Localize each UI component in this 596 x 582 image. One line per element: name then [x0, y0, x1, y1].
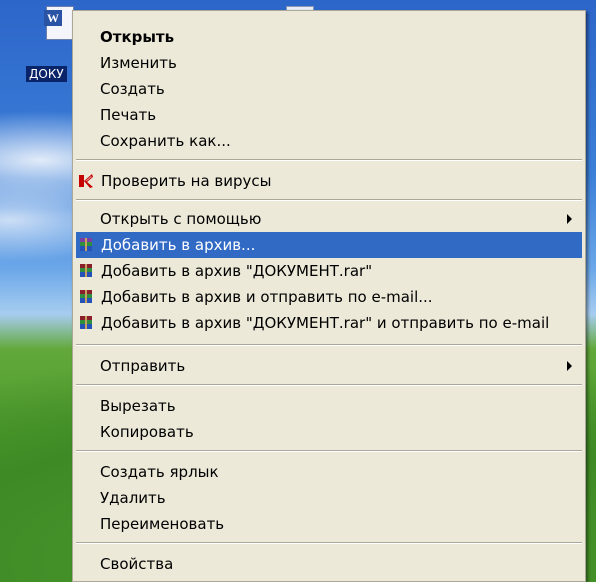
menu-item-label: Сохранить как... — [100, 132, 231, 150]
menu-item-new[interactable]: Создать — [76, 76, 582, 102]
kaspersky-icon — [79, 174, 93, 188]
menu-item-label: Свойства — [100, 555, 174, 573]
context-menu: Открыть Изменить Создать Печать Сохранит… — [72, 10, 586, 582]
desktop-icon-label[interactable]: ДОКУ — [26, 66, 67, 82]
menu-item-add-to-archive-email[interactable]: Добавить в архив и отправить по e-mail..… — [76, 284, 582, 310]
winrar-icon — [80, 316, 92, 329]
menu-item-scan-viruses[interactable]: Проверить на вирусы — [76, 168, 582, 194]
menu-item-copy[interactable]: Копировать — [76, 419, 582, 445]
menu-item-label: Вырезать — [100, 397, 176, 415]
menu-item-label: Отправить — [100, 357, 186, 375]
menu-item-label: Проверить на вирусы — [101, 172, 272, 190]
menu-item-delete[interactable]: Удалить — [76, 485, 582, 511]
menu-item-label: Копировать — [100, 423, 194, 441]
menu-item-print[interactable]: Печать — [76, 102, 582, 128]
menu-item-label: Добавить в архив... — [101, 236, 256, 254]
menu-item-label: Создать — [100, 80, 165, 98]
menu-separator — [76, 384, 582, 386]
menu-item-label: Изменить — [100, 54, 177, 72]
menu-item-send-to[interactable]: Отправить — [76, 353, 582, 379]
menu-item-cut[interactable]: Вырезать — [76, 393, 582, 419]
winrar-icon — [80, 290, 92, 303]
menu-item-label: Переименовать — [100, 515, 225, 533]
submenu-arrow-icon — [567, 361, 572, 371]
menu-item-properties[interactable]: Свойства — [76, 551, 582, 577]
menu-separator — [76, 344, 582, 346]
menu-item-add-to-rar-email[interactable]: Добавить в архив "ДОКУМЕНТ.rar" и отправ… — [76, 310, 582, 336]
menu-item-label: Создать ярлык — [100, 463, 219, 481]
menu-separator — [76, 542, 582, 544]
menu-item-edit[interactable]: Изменить — [76, 50, 582, 76]
menu-item-label: Удалить — [100, 489, 166, 507]
menu-item-add-to-rar[interactable]: Добавить в архив "ДОКУМЕНТ.rar" — [76, 258, 582, 284]
submenu-arrow-icon — [567, 214, 572, 224]
menu-item-label: Открыть — [100, 28, 175, 46]
menu-item-label: Добавить в архив "ДОКУМЕНТ.rar" — [101, 262, 373, 280]
menu-item-save-as[interactable]: Сохранить как... — [76, 128, 582, 154]
menu-separator — [76, 159, 582, 161]
menu-separator — [76, 199, 582, 201]
menu-separator — [76, 450, 582, 452]
menu-item-open[interactable]: Открыть — [76, 24, 582, 50]
winrar-icon — [80, 238, 92, 251]
winrar-icon — [80, 264, 92, 277]
menu-item-label: Печать — [100, 106, 157, 124]
menu-item-add-to-archive[interactable]: Добавить в архив... — [76, 232, 582, 258]
menu-item-create-shortcut[interactable]: Создать ярлык — [76, 459, 582, 485]
menu-item-rename[interactable]: Переименовать — [76, 511, 582, 537]
menu-item-label: Открыть с помощью — [100, 210, 262, 228]
menu-item-open-with[interactable]: Открыть с помощью — [76, 206, 582, 232]
menu-item-label: Добавить в архив "ДОКУМЕНТ.rar" и отправ… — [101, 314, 550, 332]
menu-item-label: Добавить в архив и отправить по e-mail..… — [101, 288, 433, 306]
